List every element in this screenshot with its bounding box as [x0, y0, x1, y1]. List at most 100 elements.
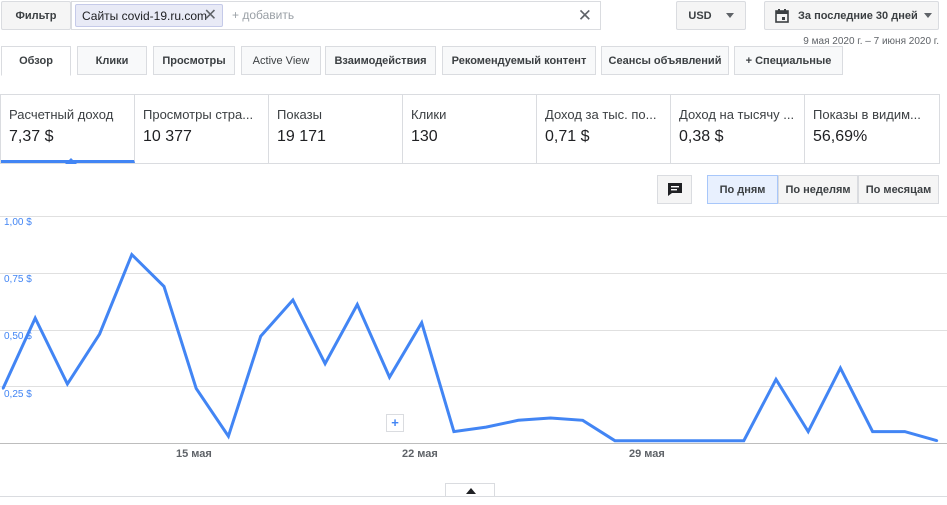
currency-value: USD [688, 9, 712, 22]
metric-value: 7,37 $ [9, 128, 54, 145]
metric-value: 130 [411, 128, 438, 145]
y-tick-label: 0,25 $ [4, 389, 32, 400]
granularity-month-button[interactable]: По месяцам [858, 175, 939, 204]
data-point [613, 439, 617, 442]
metric-label: Доход за тыс. по... [545, 107, 657, 122]
data-point [839, 366, 842, 370]
metric-label: Показы [277, 107, 322, 122]
data-point [903, 430, 906, 433]
close-icon[interactable]: ✕ [204, 7, 217, 24]
metric-label: Клики [411, 107, 447, 122]
data-point [807, 430, 810, 433]
metric-card-viewability[interactable]: Показы в видим... 56,69% [805, 95, 939, 163]
add-filter-input[interactable]: + добавить [232, 8, 294, 22]
chevron-up-icon [466, 488, 476, 494]
tab-custom[interactable]: + Специальные [734, 46, 843, 75]
data-point [98, 332, 101, 336]
tab-ad-sessions[interactable]: Сеансы объявлений [601, 46, 729, 75]
data-point [645, 439, 649, 442]
tab-label: Рекомендуемый контент [451, 54, 587, 67]
period-select[interactable]: За последние 30 дней [764, 1, 939, 30]
metric-value: 19 171 [277, 128, 326, 145]
data-point [549, 416, 552, 420]
granularity-week-button[interactable]: По неделям [778, 175, 858, 204]
data-point [581, 419, 584, 422]
data-point [34, 316, 37, 320]
tab-recommended-content[interactable]: Рекомендуемый контент [442, 46, 596, 75]
tab-active-view[interactable]: Active View [241, 46, 321, 75]
comment-icon [667, 183, 682, 196]
data-point [871, 430, 874, 433]
data-point [678, 439, 681, 442]
filter-chip-label: Сайты covid-19.ru.com [82, 8, 207, 23]
data-point [420, 321, 423, 324]
calendar-icon [775, 9, 789, 23]
tab-pageviews[interactable]: Просмотры [153, 46, 235, 75]
tab-interactions[interactable]: Взаимодействия [325, 46, 436, 75]
metric-card-page-rpm[interactable]: Доход за тыс. по... 0,71 $ [537, 95, 671, 163]
data-point [452, 430, 456, 433]
data-point [66, 382, 69, 386]
data-point [195, 387, 198, 390]
granularity-day-button[interactable]: По дням [707, 175, 778, 204]
metric-label: Расчетный доход [9, 107, 114, 122]
granularity-label: По дням [719, 183, 766, 196]
tab-label: Взаимодействия [334, 54, 427, 67]
data-point [291, 298, 295, 302]
metric-label: Доход на тысячу ... [679, 107, 795, 122]
tab-label: Сеансы объявлений [608, 54, 722, 67]
data-point [935, 439, 939, 442]
metric-card-impression-rpm[interactable]: Доход на тысячу ... 0,38 $ [671, 95, 805, 163]
x-tick-label: 29 мая [629, 448, 665, 460]
granularity-label: По неделям [785, 183, 851, 196]
currency-select[interactable]: USD [676, 1, 746, 30]
granularity-label: По месяцам [865, 183, 932, 196]
annotation-button[interactable] [657, 175, 692, 204]
data-point [710, 439, 713, 442]
metric-card-impressions[interactable]: Показы 19 171 [269, 95, 403, 163]
tab-label: Обзор [19, 55, 53, 67]
x-tick-label: 15 мая [176, 448, 212, 460]
chevron-down-icon [923, 13, 932, 18]
filter-input-box[interactable]: Сайты covid-19.ru.com ✕ + добавить ✕ [71, 1, 601, 30]
revenue-series-line [1, 251, 938, 443]
data-point [227, 435, 230, 438]
chevron-down-icon [725, 13, 734, 18]
y-tick-label: 0,75 $ [4, 274, 32, 285]
tab-overview[interactable]: Обзор [1, 46, 71, 76]
metric-card-estimated-revenue[interactable]: Расчетный доход 7,37 $ [1, 95, 135, 163]
metric-value: 10 377 [143, 128, 192, 145]
data-point [742, 439, 745, 442]
metric-label: Показы в видим... [813, 107, 921, 122]
y-tick-label: 1,00 $ [4, 217, 32, 228]
metrics-row: Расчетный доход 7,37 $ Просмотры стра...… [0, 94, 940, 164]
metric-card-clicks[interactable]: Клики 130 [403, 95, 537, 163]
filter-chip[interactable]: Сайты covid-19.ru.com ✕ [75, 4, 223, 27]
revenue-line-chart [0, 216, 947, 444]
active-card-pointer [65, 158, 77, 164]
x-tick-label: 22 мая [402, 448, 438, 460]
add-annotation-marker[interactable]: + [386, 414, 404, 432]
period-value: За последние 30 дней [798, 9, 918, 22]
tab-label: Active View [252, 54, 310, 67]
tab-label: Просмотры [162, 54, 226, 67]
data-point [323, 362, 327, 365]
y-tick-label: 0,50 $ [4, 331, 32, 342]
filter-label: Фильтр [15, 9, 57, 22]
data-point [356, 303, 359, 306]
metric-value: 0,38 $ [679, 128, 724, 145]
bottom-divider [0, 496, 947, 497]
data-point [388, 376, 391, 379]
metric-card-pageviews[interactable]: Просмотры стра... 10 377 [135, 95, 269, 163]
metric-value: 56,69% [813, 128, 868, 145]
tab-label: + Специальные [745, 54, 832, 67]
data-point [774, 378, 778, 381]
metric-label: Просмотры стра... [143, 107, 254, 122]
clear-icon[interactable]: ✕ [578, 6, 592, 26]
data-point [130, 253, 133, 256]
data-point [517, 419, 520, 422]
collapse-chart-button[interactable] [445, 483, 495, 497]
tab-clicks[interactable]: Клики [77, 46, 147, 75]
filter-button[interactable]: Фильтр [1, 1, 71, 30]
data-point [484, 425, 488, 429]
